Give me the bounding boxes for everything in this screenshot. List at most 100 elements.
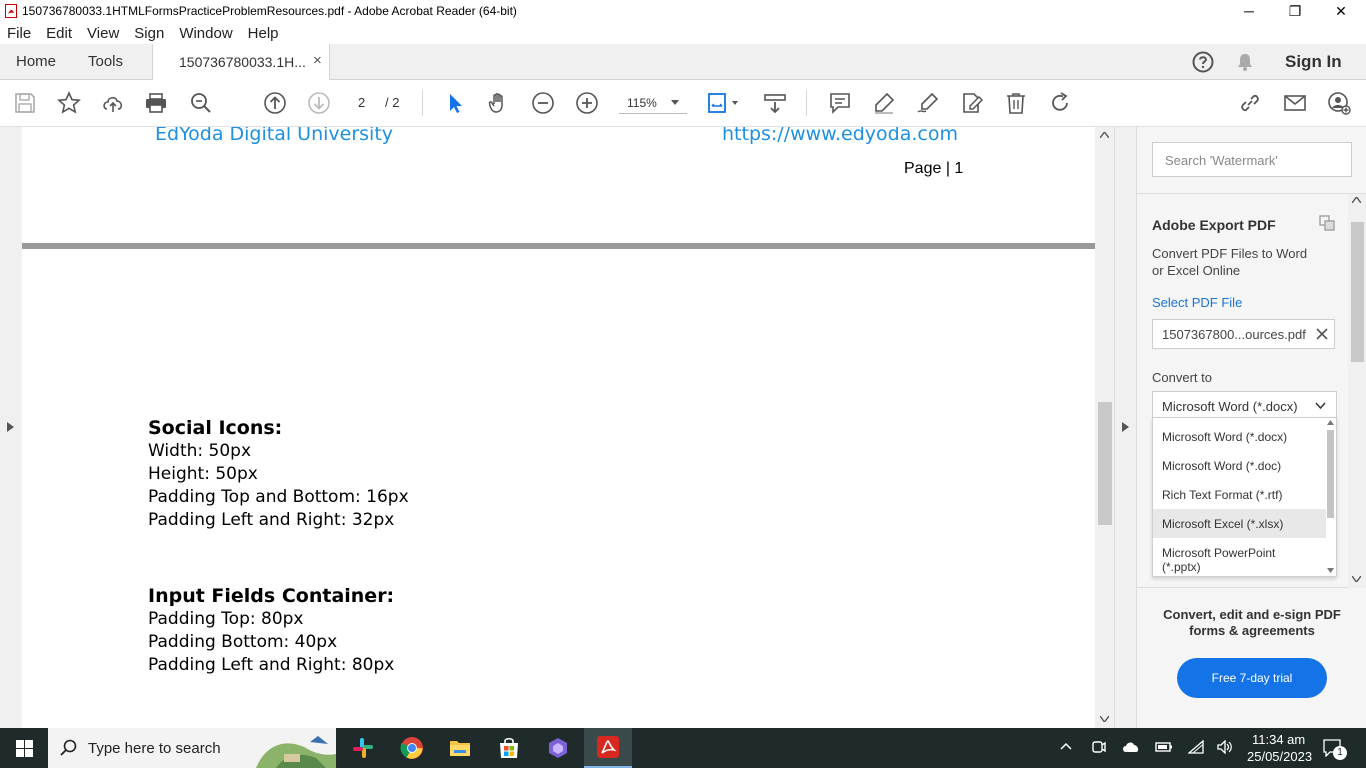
toolbar-divider (422, 90, 423, 116)
input-fields-section: Input Fields Container: Padding Top: 80p… (148, 585, 394, 677)
tab-document[interactable]: 150736780033.1H... × (152, 44, 330, 81)
clear-file-icon[interactable] (1316, 328, 1328, 340)
tab-tools[interactable]: Tools (88, 53, 123, 70)
save-icon[interactable] (12, 90, 38, 116)
clock-time[interactable]: 11:34 am (1252, 732, 1305, 747)
section-line: Padding Left and Right: 32px (148, 510, 395, 530)
volume-icon[interactable] (1217, 740, 1233, 754)
tab-document-label: 150736780033.1H... (179, 54, 306, 70)
email-icon[interactable] (1282, 90, 1308, 116)
convert-to-label: Convert to (1152, 370, 1212, 385)
delete-trash-icon[interactable] (1003, 90, 1029, 116)
section-line: Padding Left and Right: 80px (148, 655, 395, 675)
onedrive-cloud-icon[interactable] (1122, 741, 1140, 753)
collapse-right-arrow-icon[interactable] (1122, 422, 1129, 432)
format-option[interactable]: Rich Text Format (*.rtf) (1153, 480, 1326, 509)
free-trial-button[interactable]: Free 7-day trial (1177, 658, 1327, 698)
wifi-icon[interactable] (1188, 740, 1204, 754)
next-page-icon[interactable] (306, 90, 332, 116)
menu-view[interactable]: View (87, 25, 119, 42)
acrobat-taskbar-app-icon[interactable] (584, 728, 632, 768)
export-pdf-title: Adobe Export PDF (1152, 217, 1276, 233)
rotate-icon[interactable] (1047, 90, 1073, 116)
scroll-up-arrow-icon[interactable] (1100, 132, 1109, 138)
print-icon[interactable] (143, 90, 169, 116)
select-pointer-icon[interactable] (442, 90, 468, 116)
section-line: Padding Top: 80px (148, 609, 304, 629)
tools-pane-scroll-thumb[interactable] (1351, 222, 1364, 362)
comment-icon[interactable] (827, 90, 853, 116)
taskbar-search-box[interactable]: Type here to search (48, 728, 336, 768)
tools-pane: Search 'Watermark' Adobe Export PDF Conv… (1136, 127, 1366, 728)
format-option[interactable]: Microsoft Word (*.doc) (1153, 451, 1326, 480)
scroll-up-arrow-icon[interactable] (1352, 197, 1361, 203)
notification-bell-icon[interactable] (1235, 52, 1255, 72)
slack-app-icon[interactable] (339, 728, 387, 768)
show-hidden-icons-chevron-icon[interactable] (1060, 742, 1072, 750)
menu-edit[interactable]: Edit (46, 25, 72, 42)
meet-now-icon[interactable] (1092, 739, 1106, 755)
pdf-header-url[interactable]: https://www.edyoda.com (722, 127, 958, 145)
menu-file[interactable]: File (7, 25, 31, 42)
scroll-down-arrow-icon[interactable] (1352, 576, 1361, 582)
right-panel-toggle[interactable] (1114, 127, 1136, 728)
format-option-highlighted[interactable]: Microsoft Excel (*.xlsx) (1153, 509, 1326, 538)
page-display-icon[interactable] (706, 90, 742, 116)
dropdown-scroll-thumb[interactable] (1327, 430, 1334, 518)
format-option[interactable]: Microsoft PowerPoint (*.pptx) (1153, 538, 1326, 574)
visual-studio-app-icon[interactable] (534, 728, 582, 768)
add-user-icon[interactable] (1326, 90, 1352, 116)
highlight-pen-icon[interactable] (871, 90, 897, 116)
hand-tool-icon[interactable] (486, 90, 512, 116)
close-tab-icon[interactable]: × (313, 52, 322, 69)
pdf-header-left: EdYoda Digital University (155, 127, 394, 145)
tab-home[interactable]: Home (16, 53, 56, 70)
help-icon[interactable] (1192, 51, 1214, 73)
menu-window[interactable]: Window (179, 25, 232, 42)
edit-pdf-icon[interactable] (959, 90, 985, 116)
battery-icon[interactable] (1155, 741, 1173, 753)
page-number-input[interactable]: 2 (358, 95, 365, 110)
close-window-button[interactable]: ✕ (1318, 0, 1364, 22)
sign-pen-icon[interactable] (915, 90, 941, 116)
search-highlight-illustration-icon (256, 736, 336, 768)
zoom-level-select[interactable]: 115% (619, 92, 687, 114)
upload-cloud-icon[interactable] (100, 90, 126, 116)
format-option[interactable]: Microsoft Word (*.docx) (1153, 422, 1326, 451)
convert-format-value: Microsoft Word (*.docx) (1162, 399, 1298, 414)
previous-page-icon[interactable] (262, 90, 288, 116)
document-scroll-thumb[interactable] (1098, 402, 1112, 525)
find-zoom-icon[interactable] (188, 90, 214, 116)
menu-sign[interactable]: Sign (134, 25, 164, 42)
scroll-mode-icon[interactable] (762, 90, 788, 116)
pane-divider (1137, 193, 1366, 194)
dropdown-scroll-up-icon[interactable] (1327, 420, 1334, 425)
restore-button[interactable]: ❐ (1272, 0, 1318, 22)
expand-left-arrow-icon[interactable] (7, 422, 14, 432)
share-link-icon[interactable] (1237, 90, 1263, 116)
selected-file-field[interactable]: 1507367800...ources.pdf (1152, 319, 1335, 349)
search-tools-input[interactable]: Search 'Watermark' (1152, 142, 1352, 177)
chrome-app-icon[interactable] (388, 728, 436, 768)
windows-start-icon[interactable] (16, 740, 33, 757)
minimize-button[interactable]: ─ (1226, 0, 1272, 22)
clock-date[interactable]: 25/05/2023 (1247, 749, 1312, 764)
promo-text: Convert, edit and e-sign PDF forms & agr… (1152, 607, 1352, 639)
dropdown-scroll-down-icon[interactable] (1327, 568, 1334, 573)
left-panel-toggle[interactable] (0, 127, 22, 728)
export-desc-line1: Convert PDF Files to Word (1152, 246, 1308, 261)
pane-divider (1137, 587, 1366, 588)
file-explorer-app-icon[interactable] (436, 728, 484, 768)
collapse-panel-icon[interactable] (1319, 215, 1335, 231)
menu-help[interactable]: Help (248, 25, 279, 42)
zoom-out-icon[interactable] (530, 90, 556, 116)
bookmark-star-icon[interactable] (56, 90, 82, 116)
microsoft-store-app-icon[interactable] (485, 728, 533, 768)
title-bar: 150736780033.1HTMLFormsPracticeProblemRe… (0, 0, 1366, 22)
chevron-down-icon (671, 100, 679, 105)
select-pdf-file-link[interactable]: Select PDF File (1152, 295, 1242, 310)
sign-in-button[interactable]: Sign In (1285, 52, 1342, 72)
scroll-down-arrow-icon[interactable] (1100, 716, 1109, 722)
zoom-in-icon[interactable] (574, 90, 600, 116)
section-line: Height: 50px (148, 464, 258, 484)
